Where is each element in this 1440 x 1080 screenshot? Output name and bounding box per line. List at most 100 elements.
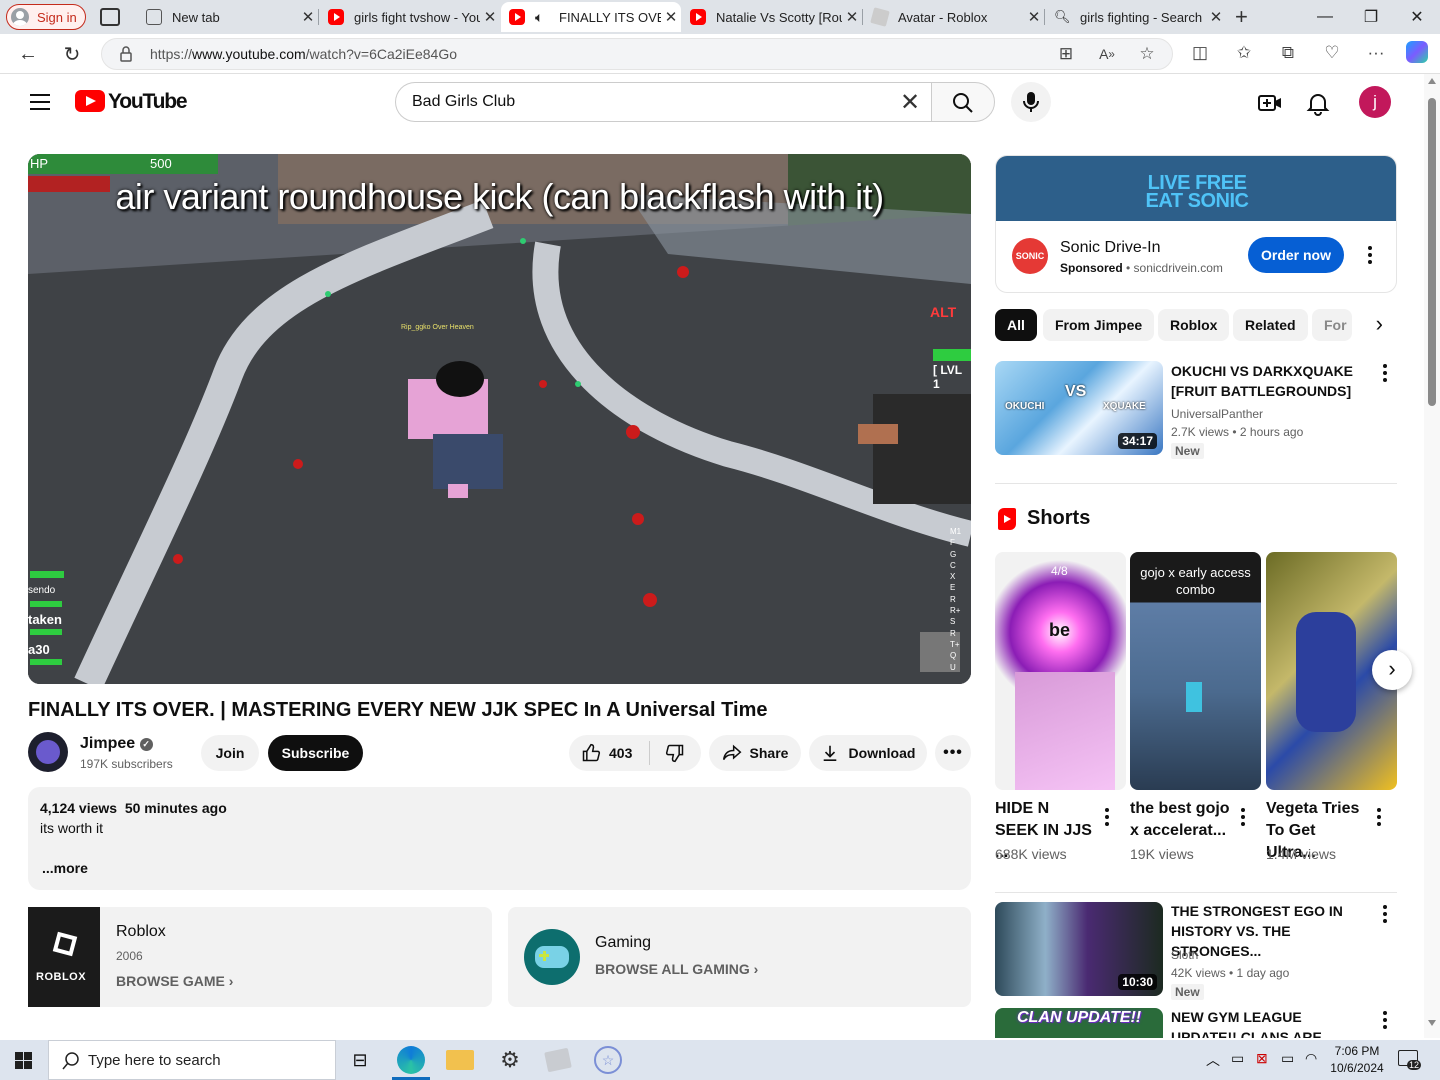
lock-icon[interactable] bbox=[120, 46, 132, 62]
read-aloud-icon[interactable]: A» bbox=[1095, 42, 1119, 66]
chip-related[interactable]: Related bbox=[1233, 309, 1308, 341]
show-hidden-icons-chevron-icon[interactable]: ︿ bbox=[1206, 1050, 1220, 1070]
chips-next-chevron-icon[interactable]: › bbox=[1352, 309, 1397, 341]
video-thumbnail[interactable]: CLAN UPDATE!! bbox=[995, 1008, 1163, 1038]
scroll-up-arrow-icon[interactable] bbox=[1428, 78, 1436, 84]
short-more-options-icon[interactable] bbox=[1097, 805, 1117, 829]
windows-start-icon[interactable] bbox=[15, 1052, 32, 1069]
close-tab-icon[interactable]: ✕ bbox=[298, 8, 318, 26]
channel-name[interactable]: Jimpee ✓ bbox=[80, 735, 153, 753]
clear-search-icon[interactable]: ✕ bbox=[900, 88, 920, 117]
short-more-options-icon[interactable] bbox=[1233, 805, 1253, 829]
scroll-down-arrow-icon[interactable] bbox=[1428, 1020, 1436, 1026]
favorites-icon[interactable]: ✩ bbox=[1232, 41, 1256, 65]
dislike-button[interactable] bbox=[650, 735, 700, 771]
tab-natalie-vs-scotty[interactable]: Natalie Vs Scotty [Roun ✕ bbox=[682, 2, 862, 32]
close-tab-icon[interactable]: ✕ bbox=[1206, 8, 1226, 26]
chip-all[interactable]: All bbox=[995, 309, 1037, 341]
minimize-icon[interactable]: — bbox=[1302, 0, 1348, 34]
game-card[interactable]: ROBLOX Roblox 2006 BROWSE GAME › bbox=[28, 907, 492, 1007]
tab-actions-icon[interactable] bbox=[100, 8, 120, 26]
close-tab-icon[interactable]: ✕ bbox=[842, 8, 862, 26]
meet-now-icon[interactable]: ▭ bbox=[1231, 1050, 1244, 1067]
signin-button[interactable]: Sign in bbox=[6, 4, 86, 30]
show-more-link[interactable]: ...more bbox=[42, 860, 88, 876]
task-view-icon[interactable]: ⊟ bbox=[346, 1046, 374, 1074]
scrollbar-thumb[interactable] bbox=[1428, 98, 1436, 406]
browser-essentials-icon[interactable]: ♡ bbox=[1320, 41, 1344, 65]
advertiser-name[interactable]: Sonic Drive-In bbox=[1060, 239, 1160, 257]
search-button[interactable] bbox=[931, 82, 995, 122]
taskbar-search-box[interactable]: Type here to search bbox=[48, 1040, 336, 1080]
order-now-button[interactable]: Order now bbox=[1248, 237, 1344, 273]
window-close-icon[interactable]: ✕ bbox=[1394, 0, 1440, 34]
channel-name[interactable]: UniversalPanther bbox=[1171, 407, 1263, 421]
chip-roblox[interactable]: Roblox bbox=[1158, 309, 1230, 341]
like-button[interactable]: 403 bbox=[569, 735, 649, 771]
short-more-options-icon[interactable] bbox=[1369, 805, 1389, 829]
app-available-icon[interactable]: ⊞ bbox=[1054, 42, 1078, 66]
more-menu-icon[interactable]: ··· bbox=[1364, 41, 1388, 65]
video-more-options-icon[interactable] bbox=[1375, 1008, 1395, 1032]
copilot-icon[interactable] bbox=[1406, 41, 1428, 63]
video-thumbnail[interactable]: OKUCHI VS XQUAKE 34:17 bbox=[995, 361, 1163, 455]
notifications-bell-icon[interactable] bbox=[1305, 90, 1331, 116]
ad-banner[interactable]: LIVE FREE EAT SONIC bbox=[996, 156, 1396, 221]
channel-avatar[interactable] bbox=[28, 732, 68, 772]
chip-from-jimpee[interactable]: From Jimpee bbox=[1043, 309, 1155, 341]
shorts-next-chevron-icon[interactable]: › bbox=[1372, 650, 1412, 690]
wifi-icon[interactable]: ◠ bbox=[1305, 1050, 1317, 1067]
close-tab-icon[interactable]: ✕ bbox=[1024, 8, 1044, 26]
battery-icon[interactable]: ▭ bbox=[1281, 1050, 1294, 1067]
restore-icon[interactable]: ❐ bbox=[1348, 0, 1394, 34]
settings-gear-icon[interactable]: ⚙ bbox=[496, 1046, 524, 1074]
close-tab-icon[interactable]: ✕ bbox=[480, 8, 500, 26]
favorites-star-app-icon[interactable]: ☆ bbox=[594, 1046, 622, 1074]
tab-girls-fight[interactable]: girls fight tvshow - You ✕ bbox=[320, 2, 500, 32]
page-scrollbar[interactable] bbox=[1424, 74, 1440, 1038]
video-title[interactable]: THE STRONGEST EGO IN HISTORY VS. THE STR… bbox=[1171, 901, 1371, 961]
share-button[interactable]: Share bbox=[709, 735, 801, 771]
ad-more-options-icon[interactable] bbox=[1360, 243, 1380, 267]
address-bar[interactable]: https://www.youtube.com/watch?v=6Ca2iEe8… bbox=[101, 38, 1173, 70]
create-video-icon[interactable] bbox=[1257, 90, 1283, 116]
new-tab-plus-icon[interactable]: + bbox=[1235, 4, 1248, 30]
youtube-wordmark[interactable]: YouTube bbox=[108, 90, 188, 114]
speaker-icon[interactable]: 🔈︎ bbox=[535, 9, 551, 25]
short-thumbnail[interactable]: gojo x early access combo bbox=[1130, 552, 1261, 790]
account-avatar[interactable]: j bbox=[1359, 86, 1391, 118]
tab-search[interactable]: 🔍︎ girls fighting - Search ✕ bbox=[1046, 2, 1226, 32]
collections-icon[interactable]: ⧉ bbox=[1276, 41, 1300, 65]
gaming-card[interactable]: Gaming BROWSE ALL GAMING › bbox=[508, 907, 971, 1007]
browse-all-gaming-link[interactable]: BROWSE ALL GAMING › bbox=[595, 961, 758, 977]
favorite-star-icon[interactable]: ☆ bbox=[1135, 42, 1159, 66]
more-actions-button[interactable]: ••• bbox=[935, 735, 971, 771]
edge-browser-icon[interactable] bbox=[397, 1046, 425, 1074]
short-thumbnail[interactable]: 4/8 be bbox=[995, 552, 1126, 790]
refresh-icon[interactable]: ↻ bbox=[57, 39, 87, 69]
video-title[interactable]: NEW GYM LEAGUE UPDATE!! CLANS ARE FINALL… bbox=[1171, 1007, 1371, 1038]
tab-avatar-roblox[interactable]: Avatar - Roblox ✕ bbox=[864, 2, 1044, 32]
close-tab-icon[interactable]: ✕ bbox=[661, 8, 681, 26]
video-more-options-icon[interactable] bbox=[1375, 361, 1395, 385]
browse-game-link[interactable]: BROWSE GAME › bbox=[116, 973, 233, 989]
roblox-app-icon[interactable] bbox=[544, 1047, 572, 1073]
chip-for[interactable]: For bbox=[1312, 309, 1352, 341]
tab-finally-its-over[interactable]: 🔈︎ FINALLY ITS OVER ✕ bbox=[501, 2, 681, 32]
video-thumbnail[interactable]: 10:30 bbox=[995, 902, 1163, 996]
tab-new-tab[interactable]: New tab ✕ bbox=[138, 2, 318, 32]
sponsored-ad-card[interactable]: LIVE FREE EAT SONIC SONIC Sonic Drive-In … bbox=[995, 155, 1397, 293]
video-more-options-icon[interactable] bbox=[1375, 902, 1395, 926]
join-button[interactable]: Join bbox=[201, 735, 259, 771]
hamburger-menu-icon[interactable] bbox=[30, 94, 50, 115]
split-screen-icon[interactable]: ◫ bbox=[1188, 41, 1212, 65]
youtube-logo-icon[interactable] bbox=[75, 90, 105, 112]
search-input[interactable] bbox=[395, 82, 932, 122]
subscribe-button[interactable]: Subscribe bbox=[268, 735, 363, 771]
video-player[interactable]: HP 500 ALT [ LVL 1 Rip_ggko Over Heaven … bbox=[28, 154, 971, 684]
file-explorer-icon[interactable] bbox=[446, 1050, 474, 1070]
taskbar-clock[interactable]: 7:06 PM 10/6/2024 bbox=[1327, 1043, 1387, 1077]
back-arrow-icon[interactable]: ← bbox=[13, 39, 43, 69]
video-title[interactable]: OKUCHI VS DARKXQUAKE [FRUIT BATTLEGROUND… bbox=[1171, 361, 1371, 401]
short-title[interactable]: the best gojo x accelerat... bbox=[1130, 798, 1230, 842]
